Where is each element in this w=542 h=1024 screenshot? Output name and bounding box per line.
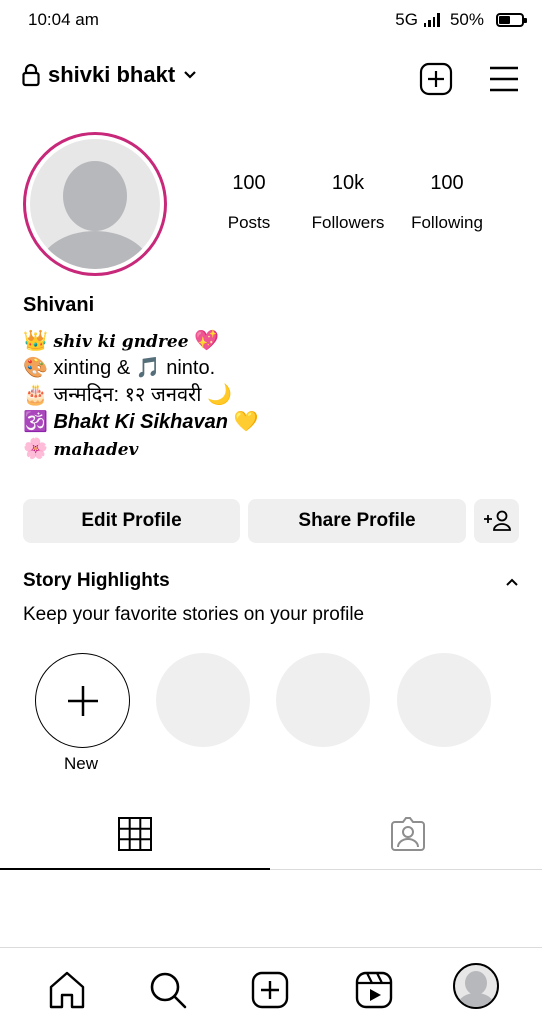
active-tab-indicator [0,868,270,870]
status-indicators: 5G 50% [395,10,527,30]
grid-icon [118,817,152,851]
chevron-down-icon [184,71,196,79]
new-highlight-label: New [64,754,99,773]
moon-emoji: 🌙 [206,384,232,406]
share-profile-button[interactable]: Share Profile [248,499,466,543]
profile-avatar[interactable] [23,132,167,276]
battery-percent: 50% [449,10,484,29]
status-time: 10:04 am [28,10,99,29]
network-type: 5G [395,10,418,29]
nav-home[interactable] [47,970,87,1010]
nav-reels[interactable] [355,971,393,1009]
om-emoji: 🕉️ [23,411,48,433]
reels-icon [355,971,393,1009]
home-icon [49,971,85,1009]
story-highlights-subtitle: Keep your favorite stories on your profi… [23,604,365,625]
bio-line-4: 🕉️ Bhakt Ki Sikhavan 💛 [23,409,258,436]
followers-label: Followers [311,213,385,232]
menu-button[interactable] [488,64,520,94]
yellow-heart-emoji: 💛 [233,411,259,433]
following-stat[interactable]: 100 Following [404,172,490,233]
display-name: Shivani [23,294,95,316]
tab-tagged[interactable] [389,816,427,852]
bio-text-2: xinting & 🎵 ninto. [53,357,216,379]
bio-line-5: 🌸 mahadev [23,436,138,464]
tab-posts-grid[interactable] [117,816,153,852]
battery-icon [496,13,527,27]
bio-text-3: जन्मदिन: १२ जनवरी [53,384,202,406]
tagged-person-icon [391,817,425,851]
nav-create[interactable] [251,971,289,1009]
plus-icon [67,685,98,716]
bio-line-2: 🎨 xinting & 🎵 ninto. [23,355,215,382]
account-switcher[interactable]: shivki bhakt [22,62,197,88]
bio-line-3: 🎂 जन्मदिन: १२ जनवरी 🌙 [23,382,232,409]
blossom-emoji: 🌸 [23,438,48,460]
username: shivki bhakt [48,62,176,87]
bio-text-5: mahadev [53,440,139,460]
following-count: 100 [430,172,464,194]
plus-square-icon [251,971,289,1009]
bio-text-1: shiv ki gndree [53,332,189,352]
avatar-placeholder [30,139,160,269]
add-person-icon [483,510,511,531]
story-highlights-title: Story Highlights [23,570,170,591]
hamburger-icon [490,66,518,92]
palette-emoji: 🎨 [23,357,48,379]
cake-emoji: 🎂 [23,384,48,406]
new-highlight-button[interactable] [35,653,130,748]
highlight-placeholder [156,653,250,747]
chevron-up-icon [506,578,518,586]
heart-emoji: 💖 [194,330,219,352]
bio-text-4: Bhakt Ki Sikhavan [53,411,228,433]
highlight-placeholder [397,653,491,747]
followers-stat[interactable]: 10k Followers [303,172,393,233]
following-label: Following [411,213,483,232]
posts-label: Posts [227,213,271,232]
nav-search[interactable] [148,970,188,1010]
plus-square-icon [419,62,453,96]
create-button[interactable] [419,62,453,96]
discover-people-button[interactable] [474,499,519,543]
nav-profile-avatar[interactable] [453,963,499,1009]
posts-count: 100 [232,172,266,194]
followers-count: 10k [331,172,365,194]
collapse-highlights-button[interactable] [502,572,522,592]
posts-stat[interactable]: 100 Posts [218,172,280,233]
bottom-nav-divider [0,947,542,948]
search-icon [150,972,187,1009]
crown-emoji: 👑 [23,330,48,352]
edit-profile-button[interactable]: Edit Profile [23,499,240,543]
signal-icon [423,13,440,27]
bio-line-1: 👑 shiv ki gndree 💖 [23,328,219,356]
highlight-placeholder [276,653,370,747]
lock-icon [22,63,40,87]
